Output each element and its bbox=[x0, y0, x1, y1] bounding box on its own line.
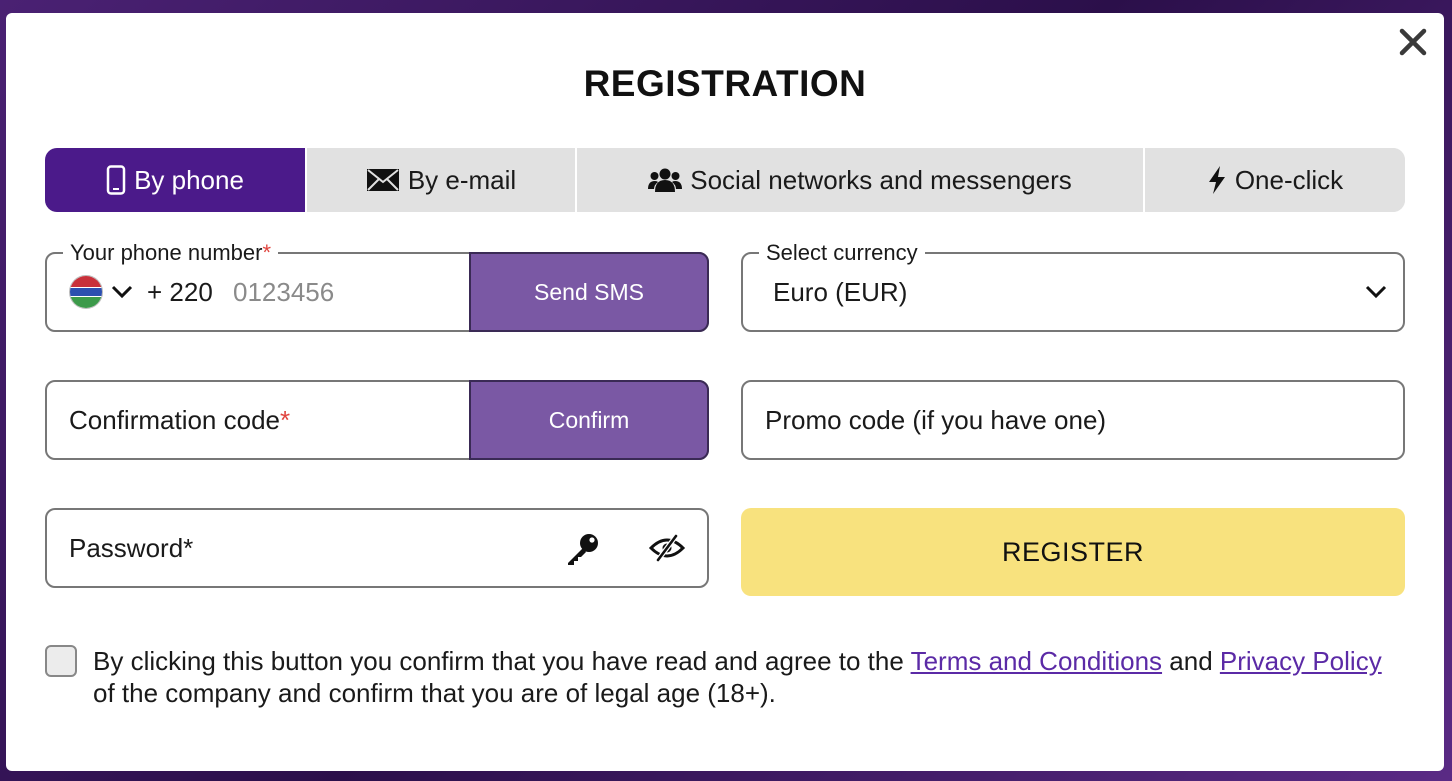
chevron-down-icon bbox=[1365, 285, 1387, 299]
registration-method-tabs: By phone By e-mail Social networks and m… bbox=[45, 148, 1405, 212]
currency-selected-value: Euro (EUR) bbox=[773, 276, 908, 307]
password-input[interactable]: Password* bbox=[69, 510, 193, 586]
confirmation-code-field[interactable]: Confirmation code * Confirm bbox=[45, 380, 709, 460]
tab-label: By e-mail bbox=[407, 164, 517, 195]
close-button[interactable] bbox=[1396, 25, 1430, 59]
agreement-text: By clicking this button you confirm that… bbox=[93, 646, 1382, 708]
privacy-policy-link[interactable]: Privacy Policy bbox=[1220, 646, 1382, 676]
users-icon bbox=[648, 168, 683, 192]
phone-field: Your phone number* + 220 0123456 Send SM… bbox=[45, 240, 709, 332]
registration-dialog: REGISTRATION By phone By e-mail Social n… bbox=[6, 13, 1444, 771]
tab-one-click[interactable]: One-click bbox=[1143, 148, 1405, 212]
tab-label: Social networks and messengers bbox=[690, 164, 1072, 195]
phone-icon bbox=[106, 165, 126, 195]
send-sms-button[interactable]: Send SMS bbox=[469, 252, 709, 332]
confirm-button[interactable]: Confirm bbox=[469, 380, 709, 460]
dialog-title: REGISTRATION bbox=[583, 63, 867, 104]
password-field[interactable]: Password* bbox=[45, 508, 709, 588]
required-mark: * bbox=[280, 404, 291, 435]
tab-label: One-click bbox=[1234, 164, 1344, 195]
tab-label: By phone bbox=[134, 164, 244, 195]
eye-slash-icon[interactable] bbox=[649, 534, 685, 562]
currency-select[interactable]: Select currency Euro (EUR) bbox=[741, 240, 1405, 332]
agreement-checkbox[interactable] bbox=[45, 645, 77, 677]
promo-code-field[interactable]: Promo code (if you have one) bbox=[741, 380, 1405, 460]
close-icon bbox=[1399, 28, 1427, 56]
lightning-icon bbox=[1208, 166, 1225, 194]
promo-code-input[interactable]: Promo code (if you have one) bbox=[765, 382, 1106, 458]
tab-by-email[interactable]: By e-mail bbox=[305, 148, 575, 212]
chevron-down-icon bbox=[111, 285, 133, 299]
tab-social-networks[interactable]: Social networks and messengers bbox=[575, 148, 1143, 212]
phone-input[interactable]: 0123456 bbox=[233, 254, 334, 330]
terms-link[interactable]: Terms and Conditions bbox=[911, 646, 1162, 676]
dial-code: + 220 bbox=[147, 276, 213, 307]
key-icon[interactable] bbox=[565, 532, 601, 566]
tab-by-phone[interactable]: By phone bbox=[45, 148, 305, 212]
gambia-flag-icon bbox=[69, 275, 103, 309]
country-selector[interactable] bbox=[69, 254, 133, 330]
register-button[interactable]: REGISTER bbox=[741, 508, 1405, 596]
envelope-icon bbox=[366, 169, 399, 191]
confirmation-code-input[interactable]: Confirmation code * bbox=[69, 382, 290, 458]
